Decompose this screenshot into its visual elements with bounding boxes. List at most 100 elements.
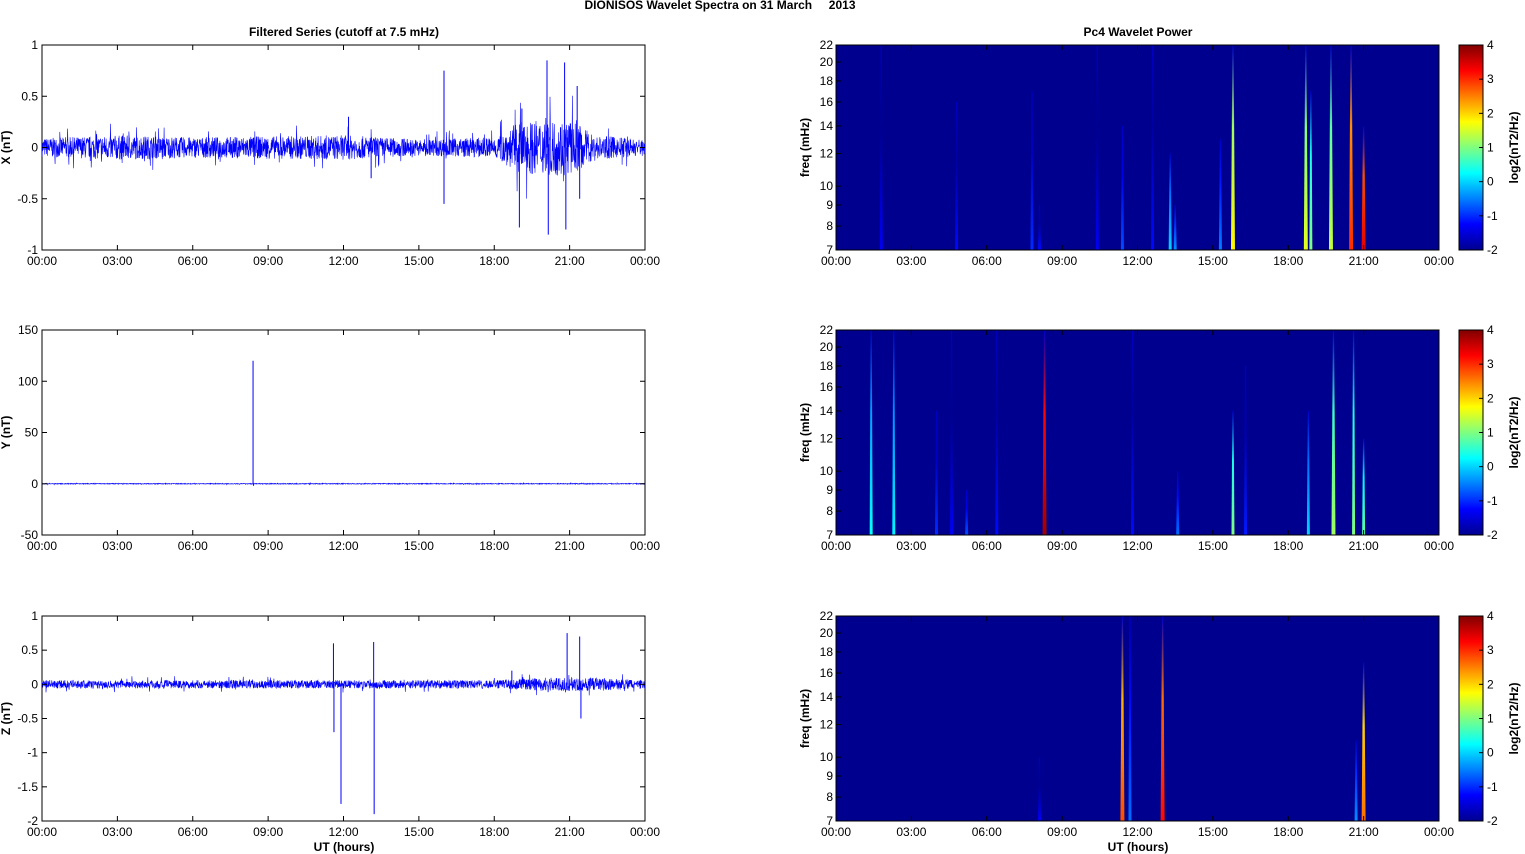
x-tick-label: 21:00 <box>555 539 585 553</box>
plot-area <box>41 615 646 822</box>
y-tick-label: 10 <box>820 464 834 478</box>
x-tick-label: 18:00 <box>479 825 509 839</box>
right-xlabel: UT (hours) <box>1108 840 1169 854</box>
colorbar-tick-label: 2 <box>1487 106 1494 120</box>
x-tick-label: 03:00 <box>896 254 926 268</box>
x-tick-label: 09:00 <box>1047 254 1077 268</box>
y-tick-label: 20 <box>820 626 834 640</box>
colorbar-tick-label: -2 <box>1487 528 1498 542</box>
y-tick-label: 0 <box>31 477 38 491</box>
colorbar-tick-label: 0 <box>1487 460 1494 474</box>
series-plot-Y: -50050100150Y (nT) <box>0 323 646 542</box>
colorbar-tick-label: -2 <box>1487 814 1498 828</box>
y-tick-label: 9 <box>826 769 833 783</box>
y-tick-label: 10 <box>820 750 834 764</box>
colorbar-tick-label: 3 <box>1487 357 1494 371</box>
colorbar-label: log2(nT2/Hz) <box>1507 112 1521 184</box>
x-tick-label: 03:00 <box>896 825 926 839</box>
y-tick-label: 8 <box>826 219 833 233</box>
x-tick-label: 15:00 <box>1198 539 1228 553</box>
x-tick-label: 00:00 <box>27 539 57 553</box>
colorbar-tick-label: 4 <box>1487 323 1494 337</box>
y-tick-label: 16 <box>820 666 834 680</box>
y-axis-label: Y (nT) <box>0 416 13 450</box>
x-tick-label: 12:00 <box>1122 825 1152 839</box>
y-tick-label: 9 <box>826 483 833 497</box>
right-title: Pc4 Wavelet Power <box>1084 25 1193 39</box>
x-tick-label: 21:00 <box>1349 254 1379 268</box>
y-tick-label: 22 <box>820 323 834 337</box>
y-tick-label: 1 <box>31 609 38 623</box>
x-tick-label: 18:00 <box>479 254 509 268</box>
x-tick-label: 09:00 <box>253 539 283 553</box>
wavelet-background <box>836 616 1439 821</box>
y-tick-label: -1.5 <box>17 780 38 794</box>
colorbar-tick-label: -1 <box>1487 209 1498 223</box>
colorbar-tick-label: 1 <box>1487 426 1494 440</box>
y-tick-label: -0.5 <box>17 712 38 726</box>
x-tick-label: 00:00 <box>27 254 57 268</box>
x-tick-label: 06:00 <box>178 825 208 839</box>
colorbar-tick-label: 0 <box>1487 746 1494 760</box>
x-tick-label: 21:00 <box>1349 539 1379 553</box>
colorbar-label: log2(nT2/Hz) <box>1507 397 1521 469</box>
y-tick-label: 14 <box>820 404 834 418</box>
x-tick-label: 03:00 <box>896 539 926 553</box>
y-tick-label: 12 <box>820 147 834 161</box>
colorbar-tick-label: 3 <box>1487 643 1494 657</box>
y-tick-label: 18 <box>820 645 834 659</box>
x-tick-label: 21:00 <box>1349 825 1379 839</box>
y-axis-label: Z (nT) <box>0 702 13 735</box>
x-tick-label: 03:00 <box>102 254 132 268</box>
y-tick-label: 1 <box>31 38 38 52</box>
y-tick-label: 16 <box>820 95 834 109</box>
x-tick-label: 12:00 <box>328 825 358 839</box>
x-tick-label: 06:00 <box>972 539 1002 553</box>
colorbar-tick-label: 0 <box>1487 175 1494 189</box>
y-tick-label: 12 <box>820 718 834 732</box>
x-tick-label: 00:00 <box>821 825 851 839</box>
y-tick-label: 50 <box>25 426 39 440</box>
x-tick-label: 00:00 <box>27 825 57 839</box>
wavelet-panel-Y: 78910121416182022freq (mHz)-2-101234log2… <box>798 323 1521 542</box>
y-axis-label: freq (mHz) <box>798 403 812 462</box>
x-tick-label: 15:00 <box>1198 254 1228 268</box>
x-tick-label: 15:00 <box>1198 825 1228 839</box>
y-tick-label: 150 <box>18 323 38 337</box>
wavelet-panel-X: 78910121416182022freq (mHz)-2-101234log2… <box>798 38 1521 257</box>
y-tick-label: 14 <box>820 119 834 133</box>
x-tick-label: 09:00 <box>253 825 283 839</box>
x-tick-label: 18:00 <box>1273 825 1303 839</box>
colorbar-tick-label: -1 <box>1487 494 1498 508</box>
y-tick-label: -0.5 <box>17 192 38 206</box>
x-tick-label: 12:00 <box>1122 539 1152 553</box>
x-tick-label: 00:00 <box>1424 539 1454 553</box>
left-title: Filtered Series (cutoff at 7.5 mHz) <box>249 25 439 39</box>
colorbar-tick-label: 2 <box>1487 391 1494 405</box>
x-tick-label: 18:00 <box>479 539 509 553</box>
y-tick-label: 0.5 <box>21 643 38 657</box>
y-tick-label: 0.5 <box>21 89 38 103</box>
x-tick-label: 03:00 <box>102 539 132 553</box>
y-tick-label: 22 <box>820 609 834 623</box>
x-tick-label: 06:00 <box>178 254 208 268</box>
wavelet-background <box>836 330 1439 535</box>
x-tick-label: 00:00 <box>821 254 851 268</box>
y-tick-label: 10 <box>820 179 834 193</box>
wavelet-background <box>836 45 1439 250</box>
y-tick-label: -1 <box>27 746 38 760</box>
x-tick-label: 21:00 <box>555 254 585 268</box>
x-tick-label: 06:00 <box>178 539 208 553</box>
x-tick-label: 00:00 <box>630 254 660 268</box>
x-tick-label: 18:00 <box>1273 254 1303 268</box>
y-tick-label: 18 <box>820 359 834 373</box>
x-tick-label: 06:00 <box>972 254 1002 268</box>
x-tick-label: 09:00 <box>1047 825 1077 839</box>
x-tick-label: 00:00 <box>1424 254 1454 268</box>
figure-title: DIONISOS Wavelet Spectra on 31 March 201… <box>585 0 856 12</box>
x-tick-label: 12:00 <box>328 539 358 553</box>
left-xlabel: UT (hours) <box>314 840 375 854</box>
y-axis-label: X (nT) <box>0 131 13 165</box>
y-tick-label: 8 <box>826 504 833 518</box>
colorbar-tick-label: -1 <box>1487 780 1498 794</box>
